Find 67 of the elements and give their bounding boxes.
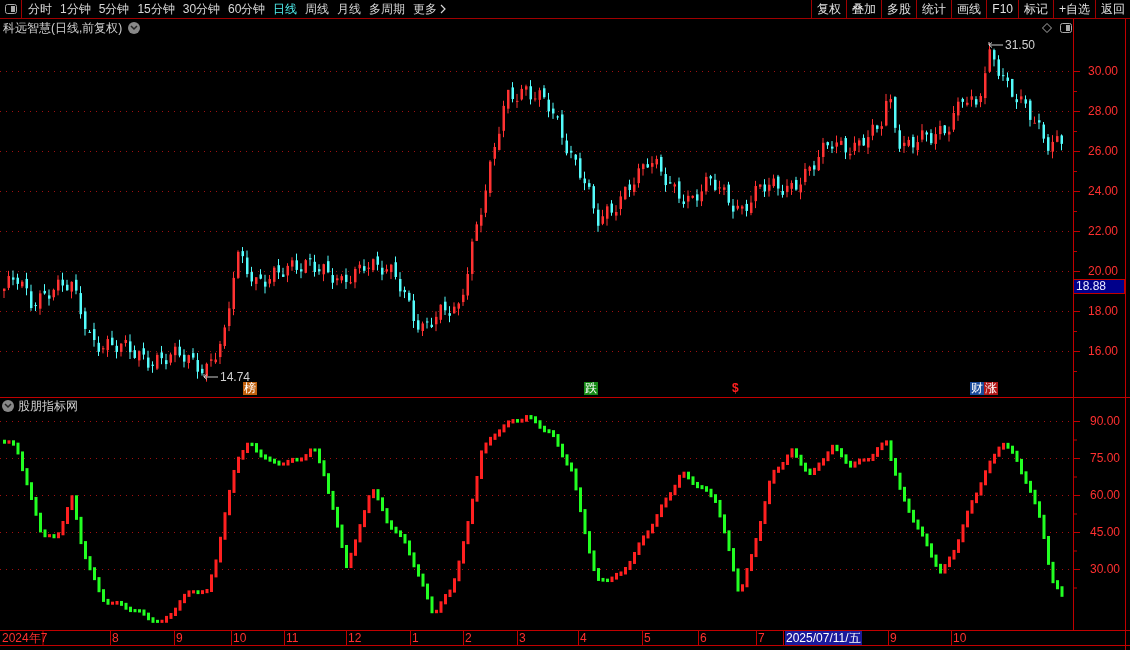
indicator-axis-label: 60.00	[1090, 488, 1121, 502]
event-marker: $	[731, 382, 740, 395]
toolbar-button[interactable]: 叠加	[846, 0, 882, 18]
date-axis-label: 9	[890, 631, 897, 645]
date-axis-label: 5	[644, 631, 651, 645]
pointer-arrow-icon	[988, 41, 1004, 49]
toolbar-button[interactable]: 多股	[881, 0, 917, 18]
price-axis-label: 24.00	[1088, 184, 1119, 198]
period-tab[interactable]: 月线	[337, 0, 362, 18]
panel-toggle-icon[interactable]	[4, 4, 17, 14]
panel-toggle-icon[interactable]	[1060, 23, 1072, 33]
toolbar-button[interactable]: 复权	[811, 0, 847, 18]
date-axis-label: 7	[758, 631, 765, 645]
chart-title: 科远智慧(日线,前复权)	[3, 21, 123, 35]
dropdown-chevron-icon[interactable]	[128, 22, 140, 34]
date-axis-label: 10	[233, 631, 247, 645]
high-price-label: 31.50	[1005, 38, 1036, 52]
pointer-arrow-icon	[203, 373, 219, 381]
dropdown-chevron-icon[interactable]	[2, 400, 14, 412]
chevron-right-icon	[440, 4, 447, 14]
toolbar-button[interactable]: 返回	[1095, 0, 1130, 18]
indicator-title: 股朋指标网	[18, 399, 78, 413]
period-tab[interactable]: 60分钟	[228, 0, 266, 18]
period-tab[interactable]: 15分钟	[137, 0, 175, 18]
date-axis-label: 8	[112, 631, 119, 645]
period-tab[interactable]: 5分钟	[98, 0, 130, 18]
event-marker-badge: 财	[970, 382, 984, 395]
period-tab[interactable]: 日线	[273, 0, 298, 18]
price-axis-label: 30.00	[1088, 64, 1119, 78]
period-tab[interactable]: 周线	[305, 0, 330, 18]
price-axis-label: 22.00	[1088, 224, 1119, 238]
low-price-label: 14.74	[220, 370, 251, 384]
toolbar-button[interactable]: 画线	[951, 0, 987, 18]
indicator-axis-label: 75.00	[1090, 451, 1121, 465]
date-axis-label: 1	[412, 631, 419, 645]
event-marker-badge: 涨	[984, 382, 998, 395]
indicator-axis-label: 30.00	[1090, 562, 1121, 576]
price-axis-label: 20.00	[1088, 264, 1119, 278]
indicator-axis-label: 45.00	[1090, 525, 1121, 539]
current-price-label: 18.88	[1073, 279, 1125, 294]
price-axis-label: 16.00	[1088, 344, 1119, 358]
date-axis-label: 10	[953, 631, 967, 645]
period-tab[interactable]: 1分钟	[60, 0, 91, 18]
toolbar-button[interactable]: +自选	[1053, 0, 1095, 18]
indicator-axis-label: 90.00	[1090, 414, 1121, 428]
event-marker-badge: 跌	[584, 382, 598, 395]
period-tab[interactable]: 更多	[413, 0, 447, 18]
date-axis-label: 2025/07/11/五	[785, 631, 862, 645]
toolbar-button[interactable]: 标记	[1018, 0, 1053, 18]
toolbar-button[interactable]: F10	[986, 0, 1018, 18]
price-axis-label: 28.00	[1088, 104, 1119, 118]
period-tab[interactable]: 多周期	[369, 0, 406, 18]
date-axis-label: 2024年7	[2, 631, 48, 645]
date-axis-label: 3	[519, 631, 526, 645]
date-axis-label: 2	[465, 631, 472, 645]
price-axis-label: 18.00	[1088, 304, 1119, 318]
price-axis-label: 26.00	[1088, 144, 1119, 158]
event-marker-badge: 榜	[243, 382, 257, 395]
date-axis-label: 9	[176, 631, 183, 645]
date-axis-label: 4	[580, 631, 587, 645]
diamond-icon[interactable]	[1042, 23, 1052, 33]
period-tab[interactable]: 30分钟	[182, 0, 221, 18]
date-axis-label: 6	[700, 631, 707, 645]
date-axis-label: 11	[286, 631, 299, 645]
date-axis-label: 12	[348, 631, 362, 645]
period-tab[interactable]: 分时	[28, 0, 52, 18]
toolbar-button[interactable]: 统计	[916, 0, 952, 18]
